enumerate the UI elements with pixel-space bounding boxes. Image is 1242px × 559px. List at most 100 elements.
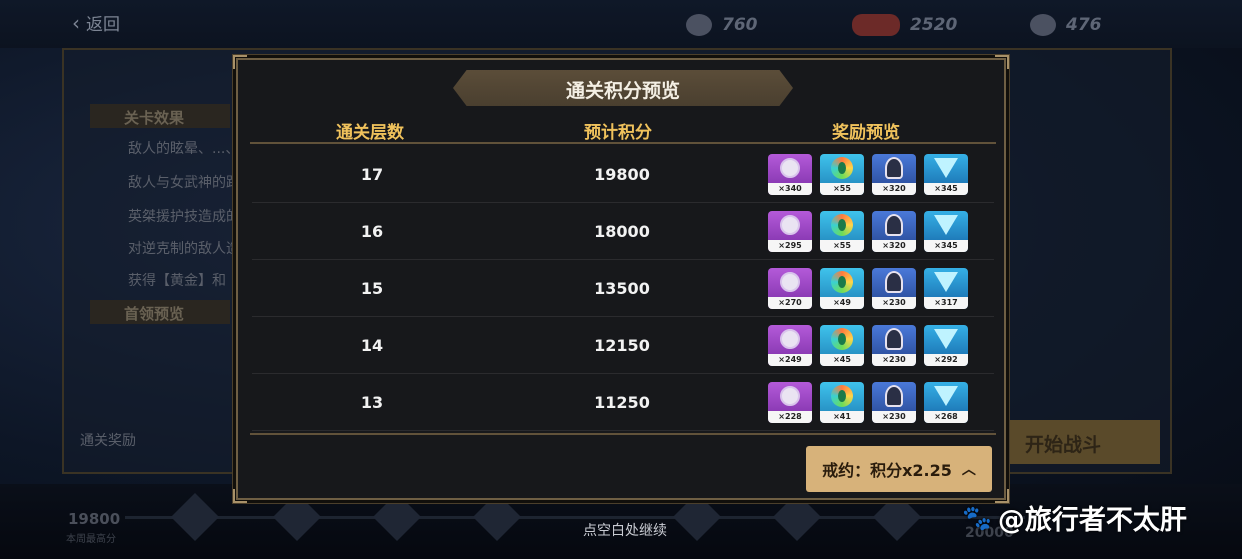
watermark-text: @旅行者不太肝 [997, 505, 1187, 536]
best-score-label: 本周最高分 [66, 534, 116, 545]
reward-quantity: ×55 [820, 183, 864, 195]
rainbow-coin-icon [831, 157, 853, 179]
floor-value: 13 [360, 393, 384, 412]
rainbow-coin-icon [831, 385, 853, 407]
stigmata-chip-icon [780, 215, 800, 235]
reward-quantity: ×249 [768, 354, 812, 366]
reward-item[interactable]: ×230 [872, 268, 916, 309]
reward-quantity: ×230 [872, 411, 916, 423]
floor-value: 14 [360, 336, 384, 355]
score-row: 17 19800 ×340 ×55 ×320 ×345 [252, 146, 994, 203]
reward-item[interactable]: ×55 [820, 154, 864, 195]
reward-quantity: ×41 [820, 411, 864, 423]
currency-value: 2520 [910, 15, 958, 35]
reward-item[interactable]: ×45 [820, 325, 864, 366]
reward-list: ×270 ×49 ×230 ×317 [768, 268, 968, 309]
crest-crystal-icon [934, 386, 958, 406]
back-label: 返回 [86, 15, 120, 35]
crest-crystal-icon [934, 158, 958, 178]
stage-effects-header: 关卡效果 [90, 104, 230, 128]
reward-item[interactable]: ×249 [768, 325, 812, 366]
score-row: 14 12150 ×249 ×45 ×230 ×292 [252, 317, 994, 374]
reward-item[interactable]: ×320 [872, 211, 916, 252]
reward-item[interactable]: ×268 [924, 382, 968, 423]
start-battle-button[interactable]: 开始战斗 [980, 420, 1160, 464]
score-list[interactable]: 17 19800 ×340 ×55 ×320 ×345 16 18000 ×295 ×55 ×320… [252, 146, 994, 432]
currency-value: 760 [722, 15, 758, 35]
reward-item[interactable]: ×340 [768, 154, 812, 195]
rainbow-coin-icon [831, 271, 853, 293]
reward-item[interactable]: ×41 [820, 382, 864, 423]
chevron-left-icon: ‹ [72, 10, 80, 35]
crest-crystal-icon [934, 215, 958, 235]
score-value: 11250 [594, 393, 650, 412]
score-row: 13 11250 ×228 ×41 ×230 ×268 [252, 374, 994, 431]
score-row: 15 13500 ×270 ×49 ×230 ×317 [252, 260, 994, 317]
column-floor: 通关层数 [336, 123, 404, 143]
reward-quantity: ×270 [768, 297, 812, 309]
best-score: 19800 [68, 510, 121, 528]
stigmata-chip-icon [780, 329, 800, 349]
currency-value: 476 [1066, 15, 1102, 35]
score-value: 19800 [594, 165, 650, 184]
reward-item[interactable]: ×270 [768, 268, 812, 309]
reward-quantity: ×230 [872, 354, 916, 366]
divider [250, 433, 996, 435]
reward-list: ×249 ×45 ×230 ×292 [768, 325, 968, 366]
clear-rewards-label: 通关奖励 [80, 433, 136, 449]
stigmata-chip-icon [780, 158, 800, 178]
reward-item[interactable]: ×320 [872, 154, 916, 195]
reward-quantity: ×345 [924, 183, 968, 195]
hood-emblem-icon [885, 214, 903, 236]
pledge-label: 戒约：积分x2.25 [822, 461, 952, 480]
reward-item[interactable]: ×230 [872, 325, 916, 366]
reward-list: ×228 ×41 ×230 ×268 [768, 382, 968, 423]
hood-emblem-icon [885, 157, 903, 179]
reward-quantity: ×320 [872, 240, 916, 252]
chevron-up-icon: ︿ [961, 462, 976, 478]
currency-2: 2520 [852, 14, 957, 36]
reward-quantity: ×49 [820, 297, 864, 309]
reward-item[interactable]: ×317 [924, 268, 968, 309]
reward-quantity: ×55 [820, 240, 864, 252]
score-value: 12150 [594, 336, 650, 355]
reward-item[interactable]: ×345 [924, 154, 968, 195]
reward-item[interactable]: ×292 [924, 325, 968, 366]
frame-corner [233, 55, 247, 69]
reward-item[interactable]: ×345 [924, 211, 968, 252]
reward-item[interactable]: ×228 [768, 382, 812, 423]
score-row: 16 18000 ×295 ×55 ×320 ×345 [252, 203, 994, 260]
reward-item[interactable]: ×295 [768, 211, 812, 252]
crest-crystal-icon [934, 329, 958, 349]
reward-quantity: ×345 [924, 240, 968, 252]
reward-quantity: ×228 [768, 411, 812, 423]
reward-list: ×340 ×55 ×320 ×345 [768, 154, 968, 195]
reward-quantity: ×292 [924, 354, 968, 366]
stigmata-chip-icon [780, 386, 800, 406]
watermark: 🐾 @旅行者不太肝 [962, 498, 1187, 537]
frame-corner [995, 55, 1009, 69]
reward-quantity: ×317 [924, 297, 968, 309]
frame-corner [233, 489, 247, 503]
reward-quantity: ×45 [820, 354, 864, 366]
floor-value: 16 [360, 222, 384, 241]
rainbow-coin-icon [831, 214, 853, 236]
pledge-button[interactable]: 戒约：积分x2.25 ︿ [806, 446, 992, 492]
column-rewards: 奖励预览 [832, 123, 900, 143]
coin-icon [686, 14, 712, 36]
back-button[interactable]: ‹ 返回 [72, 10, 120, 36]
reward-item[interactable]: ×49 [820, 268, 864, 309]
floor-value: 15 [360, 279, 384, 298]
reward-quantity: ×320 [872, 183, 916, 195]
reward-quantity: ×295 [768, 240, 812, 252]
boss-preview-header: 首领预览 [90, 300, 230, 324]
reward-list: ×295 ×55 ×320 ×345 [768, 211, 968, 252]
reward-quantity: ×340 [768, 183, 812, 195]
reward-item[interactable]: ×230 [872, 382, 916, 423]
floor-value: 17 [360, 165, 384, 184]
score-preview-modal: 通关积分预览 通关层数 预计积分 奖励预览 17 19800 ×340 ×55 ×320… [233, 55, 1009, 503]
currency-3: 476 [1030, 14, 1102, 36]
currency-1: 760 [686, 14, 758, 36]
paw-icon: 🐾 [962, 503, 992, 532]
reward-item[interactable]: ×55 [820, 211, 864, 252]
